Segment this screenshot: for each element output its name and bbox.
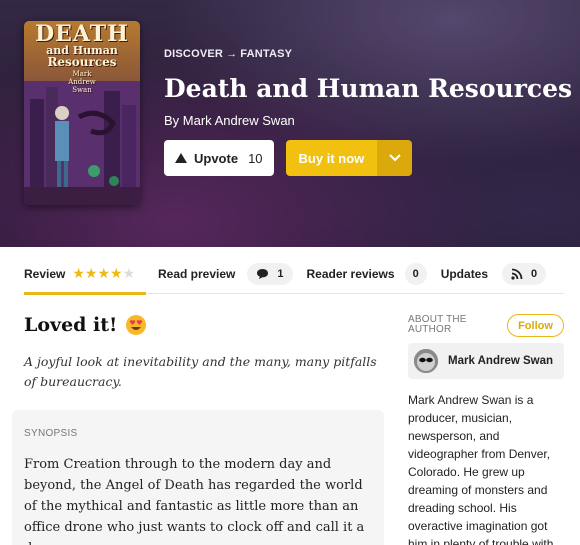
tab-review-label: Review xyxy=(24,266,66,281)
hero-banner: DEATH and Human Resources Mark Andrew Sw… xyxy=(0,0,580,247)
star-icon: ★ xyxy=(97,265,111,282)
review-title-text: Loved it! xyxy=(24,314,118,336)
follow-button[interactable]: Follow xyxy=(507,314,564,337)
book-title: Death and Human Resources xyxy=(164,74,573,103)
cover-title: DEATH and Human Resources Mark Andrew Sw… xyxy=(24,21,140,94)
author-bio: Mark Andrew Swan is a producer, musician… xyxy=(408,393,554,545)
reader-reviews-count: 0 xyxy=(412,267,419,280)
synopsis-card: SYNOPSIS From Creation through to the mo… xyxy=(12,410,384,545)
upvote-arrow-icon xyxy=(175,153,187,163)
review-title: Loved it! xyxy=(24,314,147,336)
heart-eyes-emoji-icon xyxy=(125,314,147,336)
tab-read-preview-label: Read preview xyxy=(158,266,236,281)
cover-title-line1: DEATH xyxy=(35,21,129,47)
action-bar: Upvote 10 Buy it now xyxy=(164,140,572,176)
synopsis-text: From Creation through to the modern day … xyxy=(24,457,365,545)
star-empty-icon: ★ xyxy=(122,265,136,282)
chevron-down-icon xyxy=(389,154,401,162)
star-icon: ★ xyxy=(84,265,98,282)
author-name: Mark Andrew Swan xyxy=(448,355,554,367)
rss-count: 0 xyxy=(531,267,538,280)
star-icon: ★ xyxy=(110,265,123,282)
upvote-button[interactable]: Upvote 10 xyxy=(164,140,274,176)
cover-title-line3: Resources xyxy=(47,55,117,69)
tab-updates-label: Updates xyxy=(440,266,489,281)
star-rating: ★ ★ ★ ★ ★ xyxy=(72,267,135,281)
upvote-label: Upvote xyxy=(194,150,239,166)
avatar xyxy=(414,349,438,373)
tab-reader-reviews[interactable]: Reader reviews xyxy=(307,254,395,294)
buy-button[interactable]: Buy it now xyxy=(285,140,378,176)
breadcrumb: DISCOVER → FANTASY xyxy=(164,48,572,62)
reader-reviews-count-badge: 0 xyxy=(404,262,427,285)
tab-updates[interactable]: Updates xyxy=(441,254,488,294)
upvote-count: 10 xyxy=(248,150,263,166)
cover-author-line3: Swan xyxy=(72,86,92,94)
tab-review[interactable]: Review ★ ★ ★ ★ ★ xyxy=(24,254,146,295)
book-cover[interactable]: DEATH and Human Resources Mark Andrew Sw… xyxy=(24,21,140,205)
comment-icon xyxy=(257,268,269,279)
comments-count: 1 xyxy=(277,267,284,280)
breadcrumb-discover[interactable]: DISCOVER xyxy=(164,48,223,60)
about-author-label: ABOUT THE AUTHOR xyxy=(408,314,467,335)
tab-read-preview[interactable]: Read preview xyxy=(158,254,235,294)
breadcrumb-arrow-icon: → xyxy=(226,48,238,60)
author-card[interactable]: Mark Andrew Swan xyxy=(408,343,564,379)
tab-reader-reviews-label: Reader reviews xyxy=(306,266,395,281)
review-tagline: A joyful look at inevitability and the m… xyxy=(24,354,377,389)
rss-icon xyxy=(511,268,523,280)
rss-pill[interactable]: 0 xyxy=(502,262,547,285)
comments-pill[interactable]: 1 xyxy=(247,262,293,285)
breadcrumb-fantasy[interactable]: FANTASY xyxy=(240,48,292,60)
buy-dropdown-button[interactable] xyxy=(377,140,413,176)
book-info: DISCOVER → FANTASY Death and Human Resourc… xyxy=(164,48,572,176)
cover-author-line1: Mark xyxy=(72,70,92,78)
star-icon: ★ xyxy=(72,265,85,282)
buy-button-group: Buy it now xyxy=(285,140,413,176)
synopsis-label: SYNOPSIS xyxy=(24,428,78,439)
cover-author-line2: Andrew xyxy=(68,78,96,86)
book-byline[interactable]: By Mark Andrew Swan xyxy=(164,113,572,128)
review-tabs: Review ★ ★ ★ ★ ★ Read preview 1 Reader revie… xyxy=(24,254,564,295)
